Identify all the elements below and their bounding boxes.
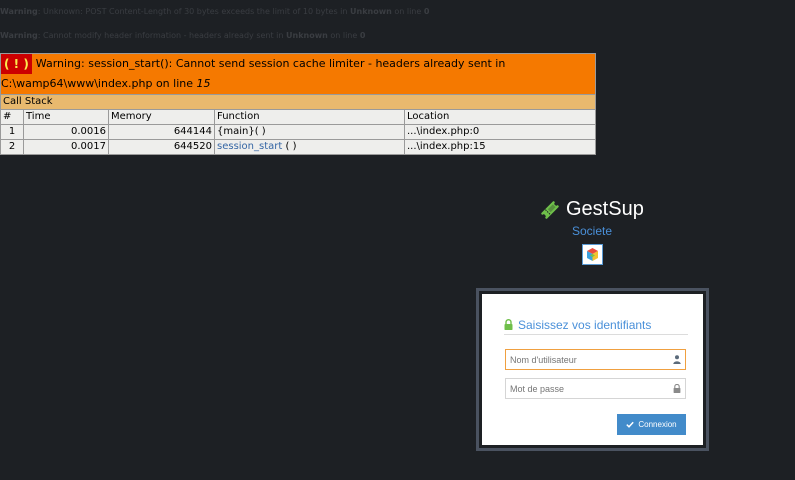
function-doc-link[interactable]: session_start [217,141,282,152]
error-badge-icon: ( ! ) [1,54,32,74]
table-row: 2 0.0017 644520 session_start ( ) ...\in… [0,139,596,155]
col-header-memory: Memory [108,109,215,125]
php-warning-post-length: Warning: Unknown: POST Content-Length of… [0,7,430,16]
login-title: Saisissez vos identifiants [504,315,688,335]
error-message: Warning: session_start(): Cannot send se… [1,57,506,90]
col-header-function: Function [214,109,405,125]
table-row: 1 0.0016 644144 {main}( ) ...\index.php:… [0,124,596,140]
php-warning-headers-sent: Warning: Cannot modify header informatio… [0,31,366,40]
app-name: GestSup [566,198,644,220]
ticket-icon [541,200,559,219]
col-header-time: Time [23,109,109,125]
lock-icon [673,384,681,393]
connexion-button[interactable]: Connexion [617,414,686,435]
checkmark-icon [626,421,635,428]
login-form: Saisissez vos identifiants Connexion [482,294,703,445]
brand-logo: GestSup [540,198,650,221]
password-input[interactable] [505,378,686,399]
call-stack-label: Call Stack [0,94,596,110]
lock-icon [504,319,513,330]
xdebug-error-header: ( ! ) Warning: session_start(): Cannot se… [0,53,596,95]
login-panel: Saisissez vos identifiants Connexion [476,288,709,451]
user-icon [673,355,681,364]
username-input[interactable] [505,349,686,370]
col-header-num: # [0,109,24,125]
company-name: Societe [571,224,613,238]
company-logo-icon [582,244,603,265]
xdebug-error-table: ( ! ) Warning: session_start(): Cannot se… [0,53,596,155]
col-header-location: Location [404,109,596,125]
